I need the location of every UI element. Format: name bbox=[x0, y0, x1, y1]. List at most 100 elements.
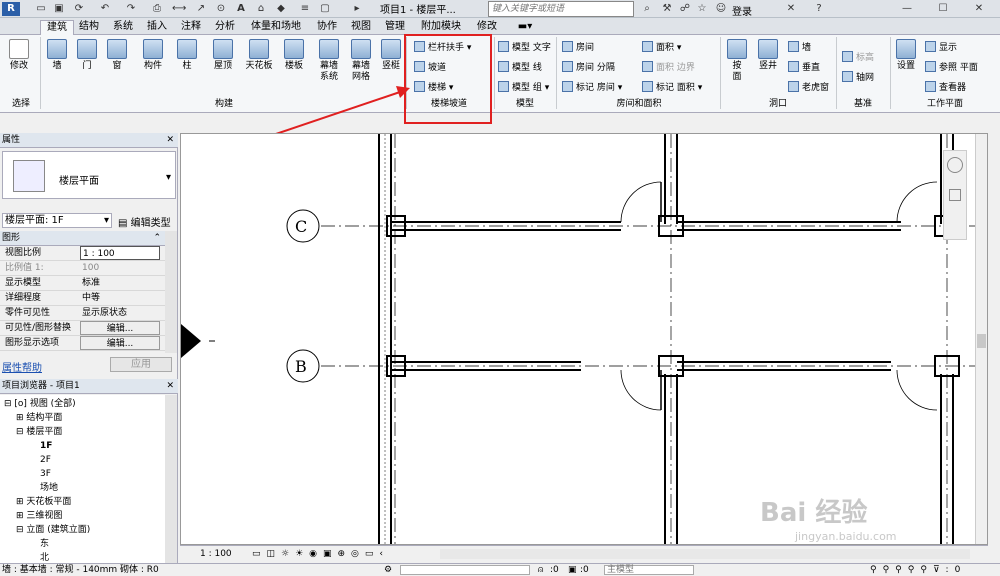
viewer-button[interactable]: 查看器 bbox=[925, 81, 966, 94]
selection-option-icons[interactable]: ⚲⚲⚲⚲⚲⊽:0 bbox=[870, 564, 966, 576]
mullion-button[interactable]: 竖梃 bbox=[378, 39, 404, 72]
close-icon[interactable]: ✕ bbox=[166, 379, 174, 394]
tree-item[interactable]: 3F bbox=[40, 467, 51, 481]
properties-scrollbar[interactable] bbox=[165, 231, 177, 353]
window-button[interactable]: 窗 bbox=[104, 39, 130, 72]
tab-addins[interactable]: 附加模块 bbox=[416, 20, 466, 35]
view-control-icons[interactable]: ▭◫☼☀◉▣⊕◎▭‹ bbox=[252, 546, 389, 562]
app-menu-icon[interactable]: R bbox=[2, 2, 20, 16]
navigation-bar[interactable] bbox=[943, 150, 967, 240]
tab-view[interactable]: 视图 bbox=[348, 20, 374, 35]
tag-area-button[interactable]: 标记 面积 ▾ bbox=[642, 81, 702, 94]
model-text-button[interactable]: 模型 文字 bbox=[498, 41, 551, 54]
design-options-icon[interactable]: ▣ bbox=[568, 564, 577, 576]
filter-icon[interactable]: ⍝ bbox=[538, 564, 543, 576]
thin-lines-icon[interactable]: ≡ bbox=[298, 2, 312, 16]
tab-analyze[interactable]: 分析 bbox=[212, 20, 238, 35]
close-icon[interactable]: ✕ bbox=[166, 133, 174, 148]
tab-structure[interactable]: 结构 bbox=[76, 20, 102, 35]
tab-architecture[interactable]: 建筑 bbox=[40, 20, 74, 35]
edit-type-button[interactable]: ▤ 编辑类型 bbox=[118, 214, 171, 229]
section-icon[interactable]: ◆ bbox=[274, 2, 288, 16]
scroll-thumb[interactable] bbox=[977, 334, 986, 348]
tree-item[interactable]: 东 bbox=[40, 537, 49, 551]
aligned-dimension-icon[interactable]: ↗ bbox=[194, 2, 208, 16]
tag-room-button[interactable]: 标记 房间 ▾ bbox=[562, 81, 622, 94]
tree-item[interactable]: ⊞ 天花板平面 bbox=[16, 495, 71, 509]
drawing-canvas[interactable]: C B bbox=[180, 133, 988, 545]
save-icon[interactable]: ▣ bbox=[52, 2, 66, 16]
set-workplane-button[interactable]: 设置 bbox=[893, 39, 919, 72]
maximize-icon[interactable]: ☐ bbox=[936, 2, 950, 16]
room-button[interactable]: 房间 bbox=[562, 41, 594, 54]
search-icon[interactable]: ⌕ bbox=[640, 2, 654, 16]
sync-icon[interactable]: ⟳ bbox=[72, 2, 86, 16]
undo-icon[interactable]: ↶ bbox=[98, 2, 112, 16]
curtain-system-button[interactable]: 幕墙 系统 bbox=[314, 39, 344, 83]
user-icon[interactable]: ☺ bbox=[714, 2, 728, 16]
component-button[interactable]: 构件 bbox=[138, 39, 168, 72]
login-link[interactable]: 登录 bbox=[732, 3, 752, 18]
reference-plane-button[interactable]: 参照 平面 bbox=[925, 61, 978, 74]
tree-item[interactable]: 场地 bbox=[40, 481, 58, 495]
tree-item[interactable]: ⊟ 立面 (建筑立面) bbox=[16, 523, 90, 537]
expand-menu-icon[interactable]: ▸ bbox=[350, 2, 364, 16]
tree-item[interactable]: ⊟ 楼层平面 bbox=[16, 425, 62, 439]
tree-item[interactable]: ⊞ 结构平面 bbox=[16, 411, 62, 425]
print-icon[interactable]: ⎙ bbox=[150, 2, 164, 16]
show-workplane-button[interactable]: 显示 bbox=[925, 41, 957, 54]
communication-icon[interactable]: ☍ bbox=[678, 2, 692, 16]
worksets-icon[interactable]: ⚙ bbox=[384, 564, 392, 576]
3d-view-icon[interactable]: ⌂ bbox=[254, 2, 268, 16]
room-group-label[interactable]: 房间和面积 bbox=[558, 98, 720, 110]
wall-button[interactable]: 墙 bbox=[44, 39, 70, 72]
tab-massing-site[interactable]: 体量和场地 bbox=[246, 20, 306, 35]
modify-button[interactable]: 修改 bbox=[4, 39, 34, 72]
door-button[interactable]: 门 bbox=[74, 39, 100, 72]
redo-icon[interactable]: ↷ bbox=[124, 2, 138, 16]
column-button[interactable]: 柱 bbox=[174, 39, 200, 72]
level-button[interactable]: 标高 bbox=[842, 51, 874, 64]
minimize-icon[interactable]: — bbox=[900, 2, 914, 16]
vertical-scrollbar[interactable] bbox=[975, 134, 987, 544]
tab-manage[interactable]: 管理 bbox=[382, 20, 408, 35]
subscription-icon[interactable]: ⚒ bbox=[660, 2, 674, 16]
tree-item[interactable]: 北 bbox=[40, 551, 49, 561]
favorites-icon[interactable]: ☆ bbox=[695, 2, 709, 16]
tab-modify[interactable]: 修改 bbox=[474, 20, 500, 35]
roof-button[interactable]: 屋顶 bbox=[208, 39, 238, 72]
horizontal-scrollbar[interactable] bbox=[440, 549, 970, 559]
zoom-icon[interactable] bbox=[949, 189, 961, 201]
tab-collaborate[interactable]: 协作 bbox=[314, 20, 340, 35]
view-scale[interactable]: 1 : 100 bbox=[200, 546, 232, 562]
properties-help-link[interactable]: 属性帮助 bbox=[2, 359, 42, 374]
apply-button[interactable]: 应用 bbox=[110, 357, 172, 372]
model-group-button[interactable]: 模型 组 ▾ bbox=[498, 81, 549, 94]
area-boundary-button[interactable]: 面积 边界 bbox=[642, 61, 695, 74]
vertical-opening-button[interactable]: 垂直 bbox=[788, 61, 820, 74]
select-group-label[interactable]: 选择 bbox=[2, 98, 40, 110]
tree-item[interactable]: 2F bbox=[40, 453, 51, 467]
instance-selector[interactable]: 楼层平面: 1F ▾ bbox=[2, 213, 112, 228]
open-icon[interactable]: ▭ bbox=[34, 2, 48, 16]
help-icon[interactable]: ? bbox=[812, 2, 826, 16]
curtain-grid-button[interactable]: 幕墙 网格 bbox=[346, 39, 376, 83]
tab-insert[interactable]: 插入 bbox=[144, 20, 170, 35]
area-button[interactable]: 面积 ▾ bbox=[642, 41, 681, 54]
grid-button[interactable]: 轴网 bbox=[842, 71, 874, 84]
measure-icon[interactable]: ⟷ bbox=[172, 2, 186, 16]
dormer-button[interactable]: 老虎窗 bbox=[788, 81, 829, 94]
close-icon[interactable]: ✕ bbox=[972, 2, 986, 16]
model-line-button[interactable]: 模型 线 bbox=[498, 61, 542, 74]
steering-wheel-icon[interactable] bbox=[947, 157, 963, 173]
ribbon-toggle-icon[interactable]: ▬▾ bbox=[515, 20, 535, 35]
properties-section[interactable]: 图形 ⌃ bbox=[0, 231, 165, 246]
tab-systems[interactable]: 系统 bbox=[110, 20, 136, 35]
tab-annotate[interactable]: 注释 bbox=[178, 20, 204, 35]
tree-item[interactable]: ⊟ [o] 视图 (全部) bbox=[4, 397, 76, 411]
by-face-button[interactable]: 按 面 bbox=[724, 39, 750, 83]
floor-button[interactable]: 楼板 bbox=[280, 39, 308, 72]
tag-icon[interactable]: ⊙ bbox=[214, 2, 228, 16]
search-input[interactable]: 键入关键字或短语 bbox=[488, 1, 634, 17]
type-selector[interactable]: 楼层平面 ▾ bbox=[2, 151, 176, 199]
